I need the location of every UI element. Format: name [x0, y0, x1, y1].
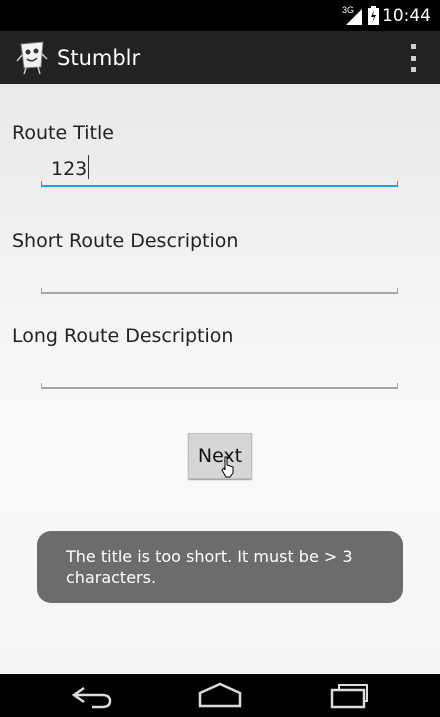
long-description-input[interactable]: [41, 349, 398, 389]
mouse-pointer-icon: [221, 456, 234, 478]
overflow-dot: [410, 44, 416, 49]
back-icon[interactable]: [62, 682, 122, 710]
route-title-input[interactable]: 123: [41, 147, 398, 187]
home-icon[interactable]: [190, 682, 250, 710]
app-title: Stumblr: [57, 46, 141, 70]
error-toast: The title is too short. It must be > 3 c…: [37, 531, 403, 603]
route-title-value: 123: [51, 155, 90, 180]
overflow-dot: [410, 55, 416, 61]
status-clock: 10:44: [382, 6, 431, 26]
overflow-menu-icon[interactable]: [406, 44, 420, 72]
navigation-bar: [0, 674, 440, 717]
overflow-dot: [410, 67, 416, 72]
text-cursor: [88, 155, 90, 179]
short-description-input[interactable]: [41, 254, 398, 294]
signal-strength-icon: [346, 9, 362, 25]
status-bar: 3G 10:44: [0, 0, 440, 31]
stumblr-app-icon[interactable]: [16, 41, 48, 75]
action-bar: Stumblr: [0, 31, 440, 84]
route-title-label: Route Title: [12, 122, 114, 144]
input-underline: [41, 383, 398, 389]
input-underline: [41, 288, 398, 294]
recents-icon[interactable]: [320, 682, 380, 710]
short-description-label: Short Route Description: [12, 230, 239, 252]
input-underline: [41, 181, 398, 187]
battery-icon: [368, 6, 379, 25]
next-button[interactable]: Next: [188, 433, 252, 479]
long-description-label: Long Route Description: [12, 325, 234, 347]
